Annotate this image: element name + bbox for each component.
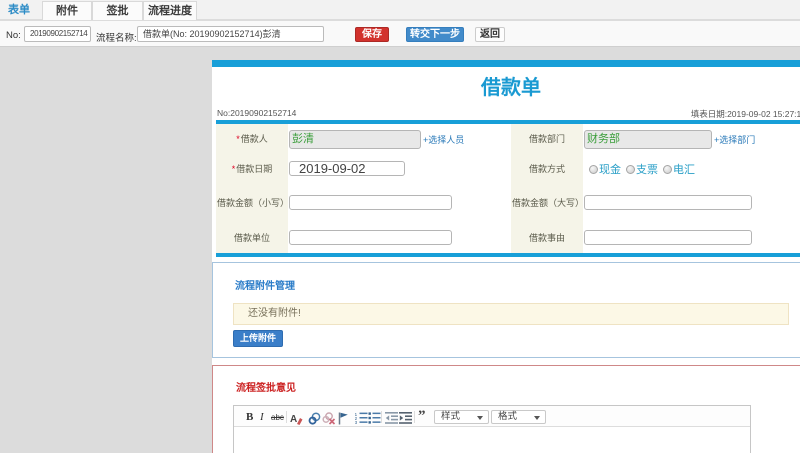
svg-text:3: 3: [355, 420, 358, 424]
svg-text:A: A: [290, 414, 297, 425]
